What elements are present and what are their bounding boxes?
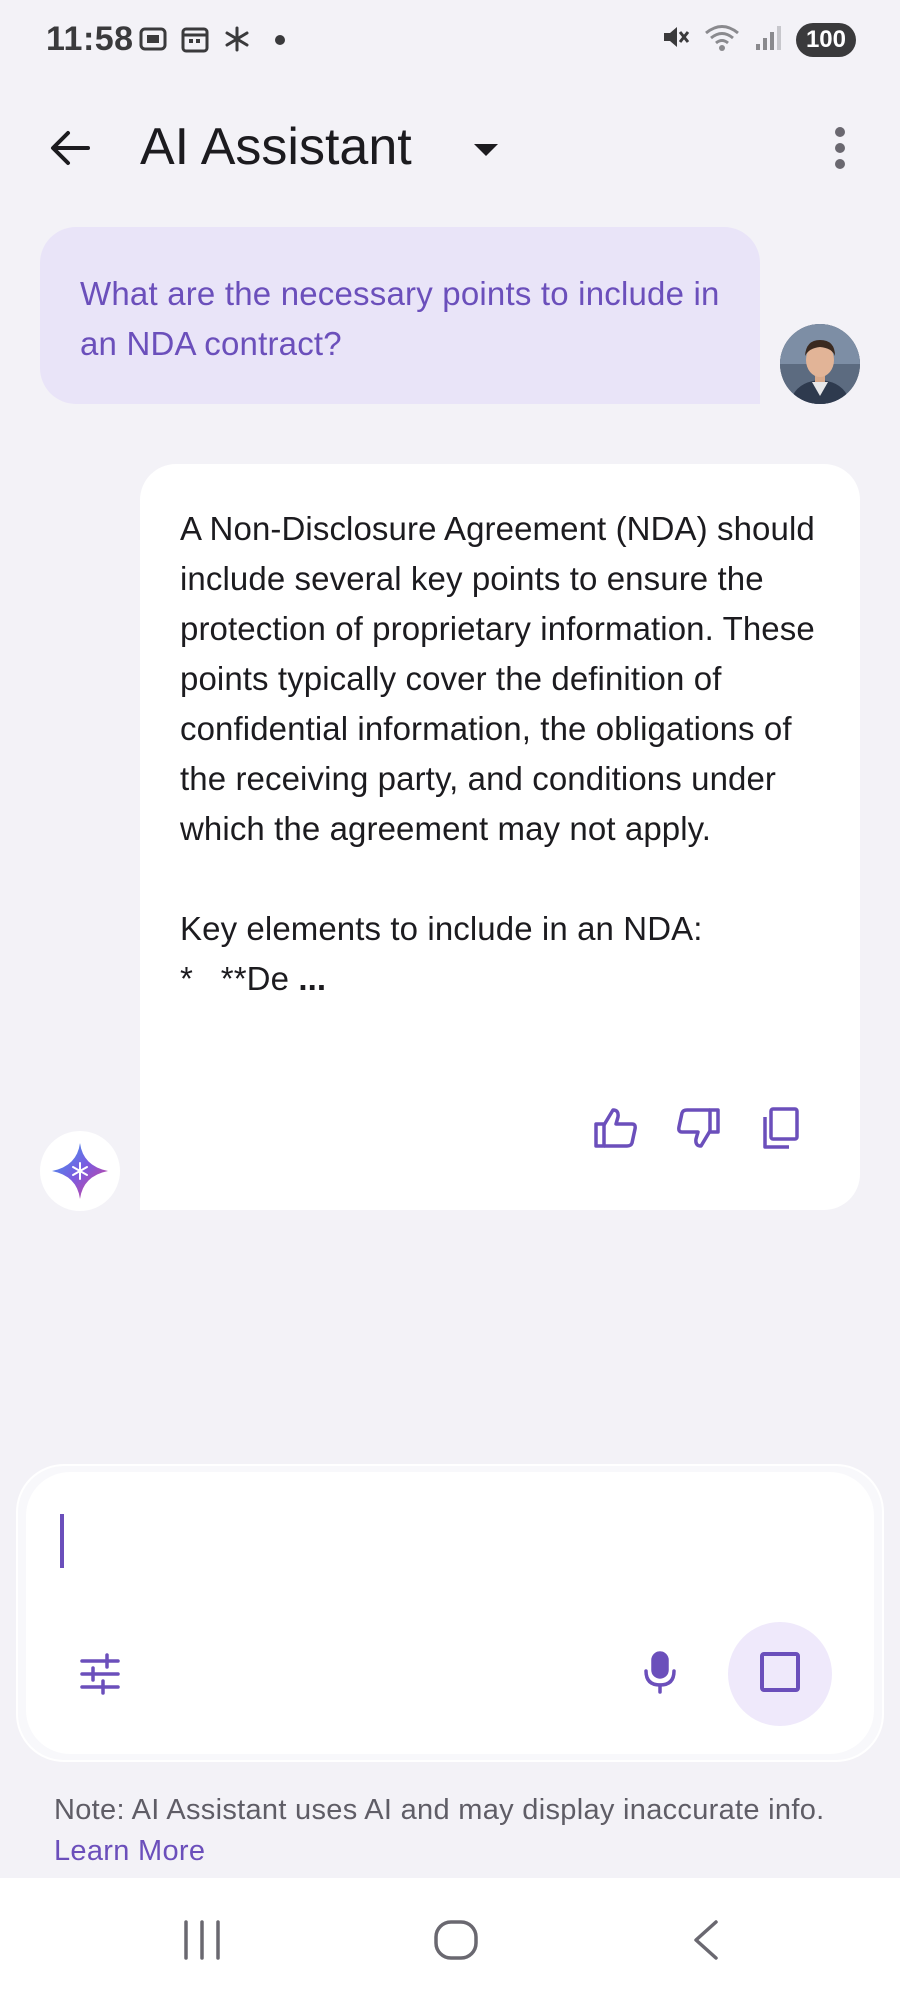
app-title[interactable]: AI Assistant bbox=[140, 114, 412, 180]
signal-icon bbox=[754, 22, 782, 57]
thumb-up-icon[interactable] bbox=[592, 1104, 640, 1152]
stop-button[interactable] bbox=[728, 1622, 832, 1726]
assistant-message-bubble: A Non-Disclosure Agreement (NDA) should … bbox=[140, 464, 860, 1210]
mic-icon[interactable] bbox=[636, 1648, 684, 1696]
dropdown-caret-icon[interactable] bbox=[466, 130, 506, 170]
message-input[interactable] bbox=[70, 1500, 830, 1580]
assistant-message-body: A Non-Disclosure Agreement (NDA) should … bbox=[180, 510, 815, 997]
ai-disclaimer-note: Note: AI Assistant uses AI and may displ… bbox=[54, 1790, 854, 1872]
system-nav-bar bbox=[0, 1878, 900, 1999]
back-arrow-icon[interactable] bbox=[40, 118, 100, 178]
battery-indicator: 100 bbox=[795, 22, 856, 57]
learn-more-link[interactable]: Learn More bbox=[54, 1835, 205, 1867]
wifi-icon bbox=[704, 22, 740, 57]
text-cursor bbox=[60, 1514, 64, 1568]
mute-icon bbox=[660, 22, 690, 57]
user-avatar bbox=[780, 324, 860, 404]
recents-icon[interactable] bbox=[172, 1914, 232, 1966]
disclaimer-text: Note: AI Assistant uses AI and may displ… bbox=[54, 1794, 825, 1826]
app-bar: AI Assistant bbox=[0, 96, 900, 200]
truncation-ellipsis: ... bbox=[298, 960, 327, 997]
copy-icon[interactable] bbox=[756, 1104, 804, 1152]
thumb-down-icon[interactable] bbox=[674, 1104, 722, 1152]
calendar-icon bbox=[180, 24, 210, 59]
status-system-icons: 100 bbox=[660, 22, 856, 57]
more-vert-icon[interactable] bbox=[816, 118, 864, 178]
stop-icon bbox=[759, 1651, 801, 1698]
home-icon[interactable] bbox=[426, 1914, 486, 1966]
tune-icon[interactable] bbox=[76, 1650, 124, 1698]
asterisk-icon bbox=[222, 24, 252, 59]
screenshot-icon bbox=[138, 24, 168, 59]
user-message-text: What are the necessary points to include… bbox=[80, 275, 720, 362]
user-message-bubble: What are the necessary points to include… bbox=[40, 227, 760, 404]
status-time: 11:58 bbox=[46, 20, 134, 58]
status-notification-icons bbox=[138, 24, 286, 59]
assistant-message-text: A Non-Disclosure Agreement (NDA) should … bbox=[180, 504, 820, 1004]
assistant-avatar-sparkle-icon bbox=[40, 1131, 120, 1211]
back-icon[interactable] bbox=[676, 1914, 736, 1966]
status-bar: 11:58 100 bbox=[0, 0, 900, 84]
feedback-actions bbox=[592, 1104, 804, 1152]
dot-icon bbox=[274, 33, 286, 51]
